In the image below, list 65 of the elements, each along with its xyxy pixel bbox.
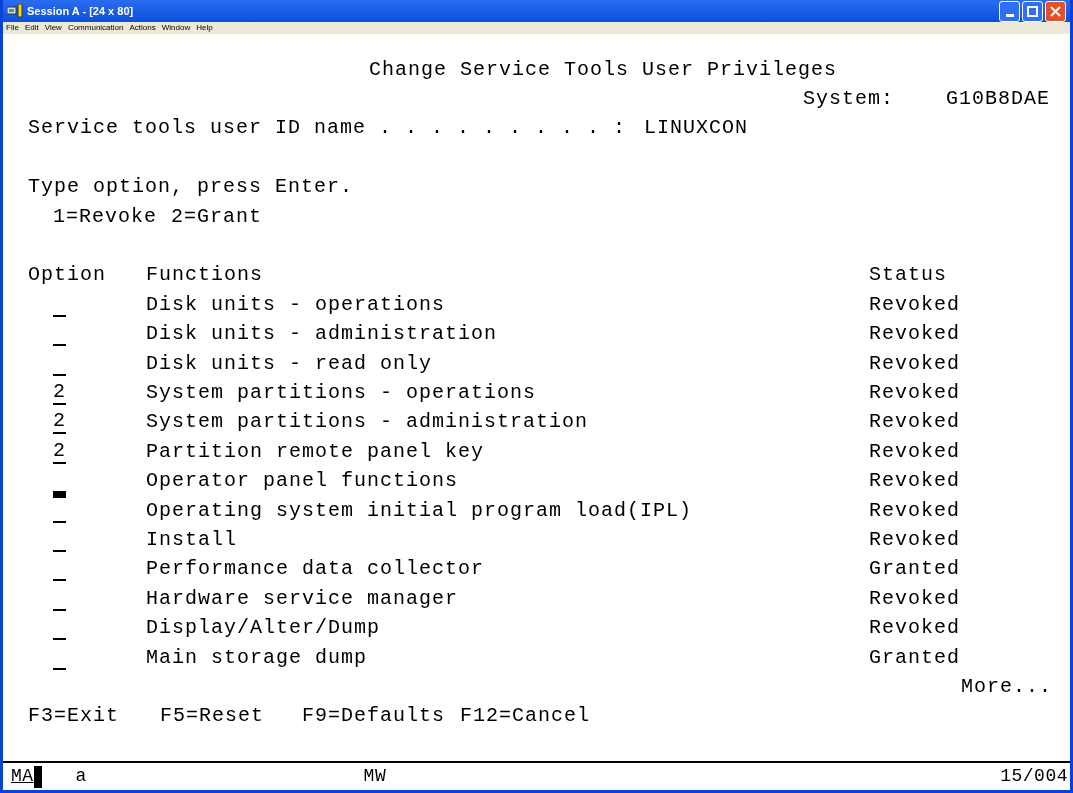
user-id-value: LINUXCON <box>644 115 748 142</box>
menu-item[interactable]: Communication <box>67 24 124 32</box>
privilege-status: Revoked <box>869 291 960 318</box>
privilege-status: Revoked <box>869 409 960 436</box>
menu-item[interactable]: Actions <box>129 24 156 32</box>
close-button[interactable] <box>1045 0 1066 22</box>
function-key[interactable]: F5=Reset <box>160 701 302 732</box>
menu-item[interactable]: View <box>44 24 62 32</box>
function-name: Operating system initial program load(IPL) <box>146 497 694 524</box>
menu-item[interactable]: Help <box>196 24 213 32</box>
menu-item[interactable]: Edit <box>24 24 39 32</box>
function-name: Install <box>146 526 238 553</box>
function-name: Disk units - administration <box>146 321 499 348</box>
privilege-status: Revoked <box>869 380 960 406</box>
function-key[interactable]: F3=Exit <box>28 701 160 732</box>
function-key[interactable]: F9=Defaults <box>302 701 460 732</box>
function-name: Main storage dump <box>146 644 369 671</box>
cursor-block <box>33 765 42 788</box>
cursor-position: 15/004 <box>1000 765 1068 788</box>
mode-indicator: MA <box>11 765 34 788</box>
system-label: System: <box>803 86 895 113</box>
message-indicator: MW <box>363 765 387 788</box>
function-name: Performance data collector <box>146 556 486 583</box>
minimize-button[interactable] <box>999 0 1020 22</box>
option-field[interactable]: 2 <box>53 439 66 464</box>
function-name: Hardware service manager <box>146 585 460 612</box>
privilege-status: Revoked <box>869 468 960 495</box>
function-name: Partition remote panel key <box>146 438 486 465</box>
column-header: Status <box>869 262 947 289</box>
function-name: Disk units - read only <box>146 350 434 377</box>
menu-item[interactable]: Window <box>161 24 191 32</box>
option-field[interactable]: 2 <box>53 410 66 435</box>
function-name: Disk units - operations <box>146 291 447 318</box>
system-name: G10B8DAE <box>946 86 1050 113</box>
option-field[interactable]: 2 <box>53 381 66 405</box>
function-name: System partitions - administration <box>146 409 590 436</box>
close-icon <box>1050 5 1061 17</box>
function-name: System partitions - operations <box>146 380 538 406</box>
maximize-icon <box>1027 5 1038 17</box>
privilege-status: Granted <box>869 644 960 671</box>
function-key[interactable]: F12=Cancel <box>460 701 591 732</box>
option-legend: 1=Revoke <box>53 201 171 232</box>
screen-title: Change Service Tools User Privileges <box>369 56 838 83</box>
terminal-icon <box>7 4 23 18</box>
maximize-button[interactable] <box>1022 0 1043 22</box>
privilege-status: Revoked <box>869 321 960 348</box>
privilege-status: Revoked <box>869 350 960 377</box>
instruction-text: Type option, press Enter. <box>28 174 354 201</box>
privilege-status: Revoked <box>869 438 960 465</box>
privilege-status: Revoked <box>869 497 960 524</box>
function-name: Display/Alter/Dump <box>146 615 382 642</box>
minimize-icon <box>1005 13 1014 17</box>
option-legend: 2=Grant <box>171 201 262 232</box>
shift-indicator: a <box>75 765 88 788</box>
column-header: Option <box>28 262 107 289</box>
menu-item[interactable]: File <box>6 24 19 32</box>
privilege-status: Revoked <box>869 615 960 642</box>
user-id-label: Service tools user ID name . . . . . . . . . : <box>28 115 628 142</box>
function-name: Operator panel functions <box>146 468 460 495</box>
column-header: Functions <box>146 262 265 289</box>
privilege-status: Revoked <box>869 585 960 612</box>
privilege-status: Granted <box>869 556 960 583</box>
privilege-status: Revoked <box>869 526 960 553</box>
more-indicator: More... <box>961 673 1052 700</box>
window-title: Session A - [24 x 80] <box>27 3 134 19</box>
